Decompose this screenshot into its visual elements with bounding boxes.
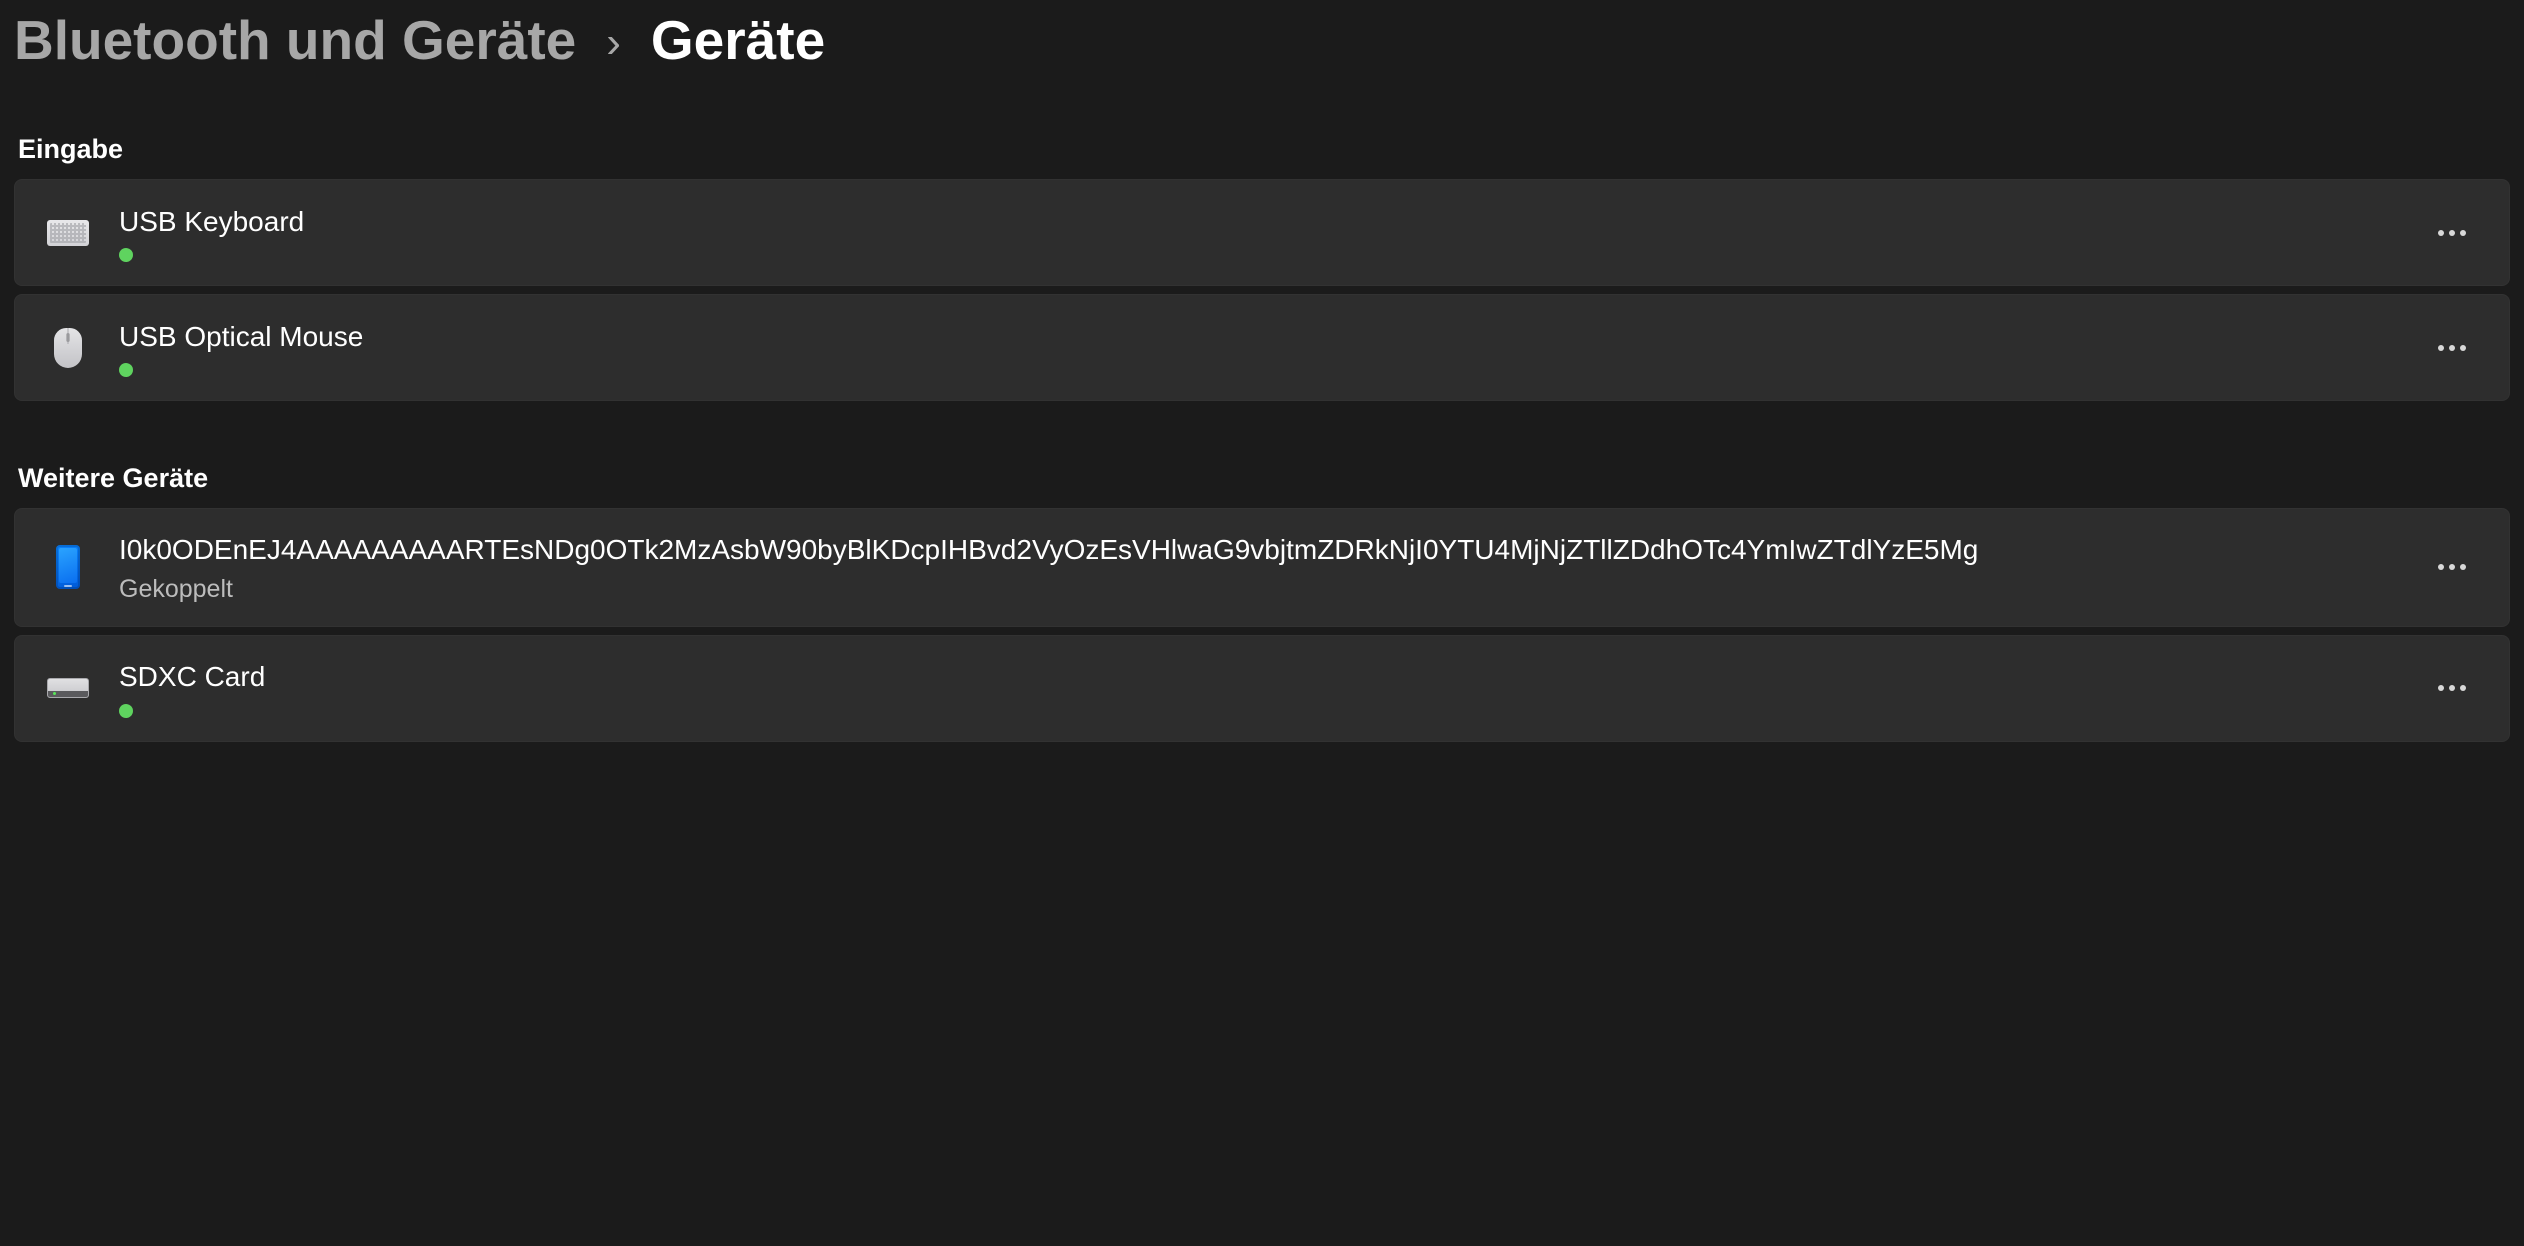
section-header-input: Eingabe — [18, 134, 2510, 165]
more-options-button[interactable] — [2431, 546, 2473, 588]
status-dot-icon — [119, 248, 133, 262]
section-header-other: Weitere Geräte — [18, 463, 2510, 494]
more-options-button[interactable] — [2431, 327, 2473, 369]
device-row-paired-phone[interactable]: I0k0ODEnEJ4AAAAAAAAARTEsNDg0OTk2MzAsbW90… — [14, 508, 2510, 627]
mouse-icon — [45, 325, 91, 371]
status-dot-icon — [119, 704, 133, 718]
device-name: I0k0ODEnEJ4AAAAAAAAARTEsNDg0OTk2MzAsbW90… — [119, 531, 2411, 569]
device-info: USB Optical Mouse — [119, 318, 2411, 378]
device-status — [119, 248, 2411, 262]
more-icon — [2438, 685, 2466, 691]
device-info: SDXC Card — [119, 658, 2411, 718]
device-name: USB Optical Mouse — [119, 318, 2411, 356]
device-row-usb-keyboard[interactable]: USB Keyboard — [14, 179, 2510, 286]
device-status — [119, 363, 2411, 377]
more-icon — [2438, 230, 2466, 236]
more-options-button[interactable] — [2431, 212, 2473, 254]
device-status — [119, 704, 2411, 718]
device-info: I0k0ODEnEJ4AAAAAAAAARTEsNDg0OTk2MzAsbW90… — [119, 531, 2411, 604]
status-dot-icon — [119, 363, 133, 377]
chevron-right-icon: › — [606, 18, 621, 68]
breadcrumb-parent[interactable]: Bluetooth und Geräte — [14, 8, 576, 72]
device-info: USB Keyboard — [119, 203, 2411, 263]
phone-icon — [45, 544, 91, 590]
more-options-button[interactable] — [2431, 667, 2473, 709]
keyboard-icon — [45, 210, 91, 256]
device-row-sdxc-card[interactable]: SDXC Card — [14, 635, 2510, 742]
more-icon — [2438, 345, 2466, 351]
storage-drive-icon — [45, 665, 91, 711]
device-status-text: Gekoppelt — [119, 575, 2411, 604]
device-name: SDXC Card — [119, 658, 2411, 696]
breadcrumb: Bluetooth und Geräte › Geräte — [14, 0, 2510, 72]
device-row-usb-optical-mouse[interactable]: USB Optical Mouse — [14, 294, 2510, 401]
breadcrumb-current: Geräte — [651, 8, 825, 72]
device-name: USB Keyboard — [119, 203, 2411, 241]
more-icon — [2438, 564, 2466, 570]
